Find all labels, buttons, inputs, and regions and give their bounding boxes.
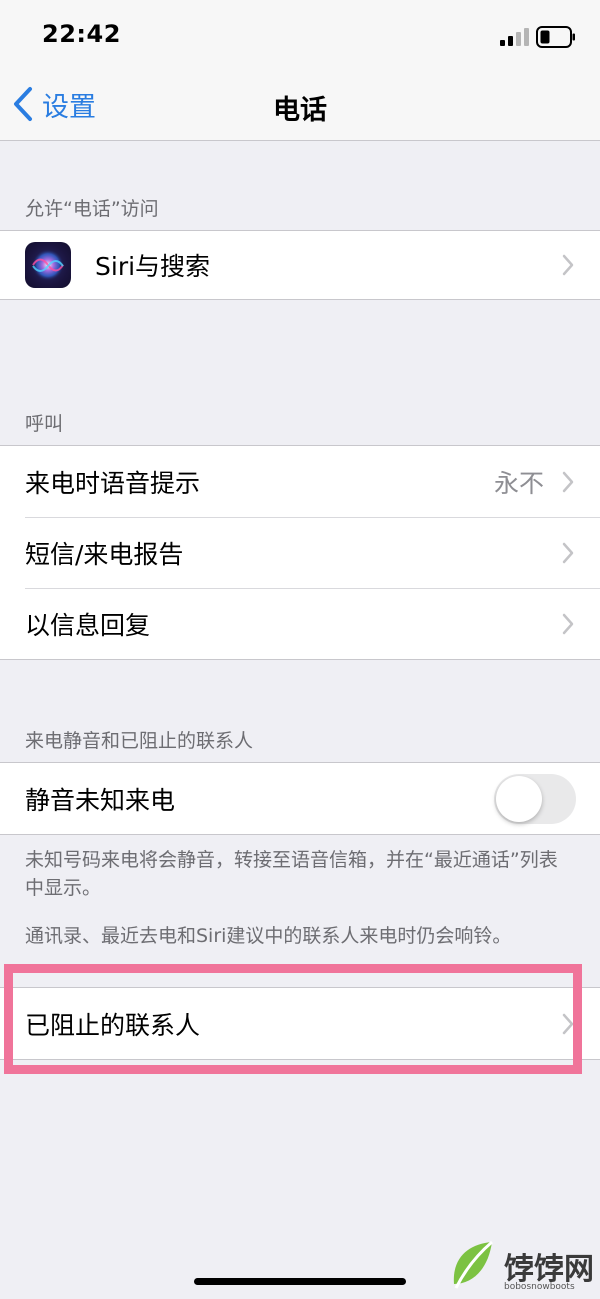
siri-search-label: Siri与搜索 <box>95 252 211 281</box>
section-header-allow-access: 允许“电话”访问 <box>25 198 159 220</box>
status-time: 22:42 <box>42 20 121 48</box>
page-title: 电话 <box>273 95 327 126</box>
toggle-knob <box>496 775 542 822</box>
section-header-calls: 呼叫 <box>25 413 64 435</box>
group-allow-access: Siri与搜索 <box>0 230 600 300</box>
silence-unknown-callers-cell: 静音未知来电 <box>0 763 600 834</box>
announce-calls-label: 来电时语音提示 <box>25 468 201 498</box>
watermark-subtext: bobosnowboots <box>504 1282 575 1292</box>
chevron-right-icon <box>562 542 574 563</box>
chevron-right-icon <box>562 471 574 492</box>
respond-with-text-cell[interactable]: 以信息回复 <box>0 588 600 659</box>
respond-with-text-label: 以信息回复 <box>25 610 151 640</box>
home-indicator[interactable] <box>194 1278 406 1285</box>
sms-call-reporting-label: 短信/来电报告 <box>25 539 184 569</box>
siri-search-cell[interactable]: Siri与搜索 <box>0 231 600 299</box>
status-bar: 22:42 <box>0 0 600 68</box>
leaf-icon <box>453 1240 493 1289</box>
navigation-bar: 设置 电话 <box>0 68 600 141</box>
chevron-right-icon <box>562 613 574 634</box>
watermark-logo: 饽饽网 bobosnowboots <box>448 1240 598 1296</box>
siri-icon <box>25 242 71 288</box>
signal-icon <box>500 28 529 46</box>
chevron-right-icon <box>562 254 574 276</box>
contacts-footer-note: 通讯录、最近去电和Siri建议中的联系人来电时仍会响铃。 <box>25 925 512 947</box>
battery-icon <box>536 26 575 48</box>
silence-unknown-callers-label: 静音未知来电 <box>25 785 176 815</box>
sms-call-reporting-cell[interactable]: 短信/来电报告 <box>0 517 600 588</box>
highlight-annotation <box>4 964 582 1074</box>
group-silence: 静音未知来电 <box>0 762 600 835</box>
group-calls: 来电时语音提示 永不 短信/来电报告 以信息回复 <box>0 445 600 660</box>
silence-footer-note: 未知号码来电将会静音，转接至语音信箱，并在“最近通话”列表中显示。 <box>25 849 558 899</box>
announce-calls-value: 永不 <box>493 468 544 498</box>
announce-calls-cell[interactable]: 来电时语音提示 永不 <box>0 446 600 517</box>
section-header-silence-blocked: 来电静音和已阻止的联系人 <box>25 730 254 752</box>
silence-unknown-callers-toggle[interactable] <box>494 773 576 824</box>
